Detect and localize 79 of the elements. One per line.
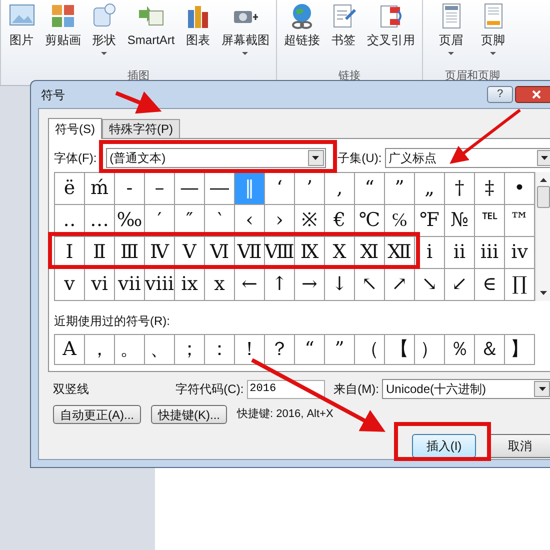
symbol-cell[interactable]: †: [445, 173, 475, 205]
ribbon-button[interactable]: 屏幕截图: [221, 2, 270, 71]
symbol-cell[interactable]: ‡: [475, 173, 505, 205]
symbol-cell[interactable]: ―: [205, 173, 235, 205]
symbol-cell[interactable]: ⅱ: [445, 237, 475, 269]
cancel-button[interactable]: 取消: [488, 434, 550, 458]
help-button[interactable]: ?: [487, 86, 513, 103]
ribbon-button[interactable]: 图片: [8, 2, 36, 71]
ribbon-button[interactable]: 图表: [184, 2, 212, 71]
symbol-cell[interactable]: ⅵ: [85, 269, 115, 301]
symbol-cell[interactable]: ↓: [325, 269, 355, 301]
close-icon: [532, 90, 540, 99]
ribbon-button[interactable]: 书签: [329, 2, 358, 71]
symbol-cell[interactable]: ↙: [445, 269, 475, 301]
dropdown-arrow-icon: [312, 156, 320, 160]
symbol-cell[interactable]: ←: [235, 269, 265, 301]
symbol-cell[interactable]: —: [175, 173, 205, 205]
shortcut-text: 快捷键: 2016, Alt+X: [237, 407, 334, 422]
ribbon-button[interactable]: 页脚: [479, 2, 507, 71]
symbol-cell[interactable]: ∏: [505, 269, 535, 301]
font-dropdown[interactable]: (普通文本): [106, 148, 326, 168]
symbol-cell[interactable]: ⅲ: [475, 237, 505, 269]
ribbon-button[interactable]: 交叉引用: [367, 2, 416, 71]
ribbon-button[interactable]: SmartArt: [127, 2, 175, 71]
symbol-cell[interactable]: „: [415, 173, 445, 205]
window-title: 符号: [41, 86, 65, 104]
symbol-cell[interactable]: ∈: [475, 269, 505, 301]
shortcut-key-button[interactable]: 快捷键(K)...: [151, 405, 227, 424]
group-label: 链接: [338, 70, 360, 82]
symbol-cell[interactable]: ℡: [475, 205, 505, 237]
symbol-cell[interactable]: ⅸ: [175, 269, 205, 301]
ribbon-button[interactable]: 超链接: [284, 2, 320, 71]
scrollbar-thumb[interactable]: [537, 186, 550, 208]
scroll-up-icon: [540, 178, 547, 182]
symbol-cell[interactable]: ℉: [415, 205, 445, 237]
ribbon-button[interactable]: 页眉: [437, 2, 465, 71]
symbol-cell[interactable]: ”: [385, 173, 415, 205]
symbol-cell[interactable]: ⅶ: [115, 269, 145, 301]
group-label: 页眉和页脚: [445, 70, 500, 82]
close-button[interactable]: [515, 86, 550, 103]
dropdown-arrow-icon: [541, 156, 548, 160]
symbol-cell[interactable]: ‚: [325, 173, 355, 205]
symbol-cell[interactable]: №: [445, 205, 475, 237]
ribbon-button[interactable]: 剪贴画: [44, 2, 81, 71]
field-label: 来自(M):: [334, 381, 379, 398]
field-label: 字体(F):: [54, 150, 97, 167]
tab[interactable]: 符号(S): [48, 118, 102, 139]
ribbon-button[interactable]: 形状: [90, 2, 118, 71]
symbol-cell[interactable]: ḿ: [85, 173, 115, 205]
symbol-cell[interactable]: ë: [55, 173, 85, 205]
tab[interactable]: 特殊字符(P): [102, 119, 180, 138]
field-label: 字符代码(C):: [176, 381, 244, 398]
recent-symbols-label: 近期使用过的符号(R):: [54, 315, 170, 327]
symbol-cell[interactable]: ⅳ: [505, 237, 535, 269]
symbol-cell[interactable]: ™: [505, 205, 535, 237]
symbol-cell[interactable]: –: [145, 173, 175, 205]
symbol-cell[interactable]: ↖: [355, 269, 385, 301]
symbol-cell[interactable]: ⅷ: [145, 269, 175, 301]
insert-button[interactable]: 插入(I): [412, 434, 476, 458]
field-label: 子集(U):: [338, 150, 382, 167]
symbol-cell[interactable]: ⅹ: [205, 269, 235, 301]
symbol-cell[interactable]: ↑: [265, 269, 295, 301]
scroll-down-icon: [540, 291, 547, 295]
symbol-cell[interactable]: →: [295, 269, 325, 301]
symbol-cell[interactable]: ’: [295, 173, 325, 205]
from-dropdown[interactable]: Unicode(十六进制): [382, 379, 550, 399]
character-name: 双竖线: [53, 381, 90, 398]
subset-dropdown[interactable]: 广义标点: [384, 148, 550, 168]
symbol-cell[interactable]: ↗: [385, 269, 415, 301]
symbol-cell[interactable]: ‘: [265, 173, 295, 205]
symbol-cell[interactable]: “: [355, 173, 385, 205]
symbol-cell[interactable]: ↘: [415, 269, 445, 301]
group-label: 插图: [128, 70, 150, 82]
symbol-cell[interactable]: ⅴ: [55, 269, 85, 301]
symbol-cell[interactable]: ‐: [115, 173, 145, 205]
scrollbar[interactable]: [535, 172, 550, 301]
autocorrect-button[interactable]: 自动更正(A)...: [53, 405, 141, 424]
symbol-cell[interactable]: •: [505, 173, 535, 205]
dropdown-arrow-icon: [538, 387, 546, 391]
